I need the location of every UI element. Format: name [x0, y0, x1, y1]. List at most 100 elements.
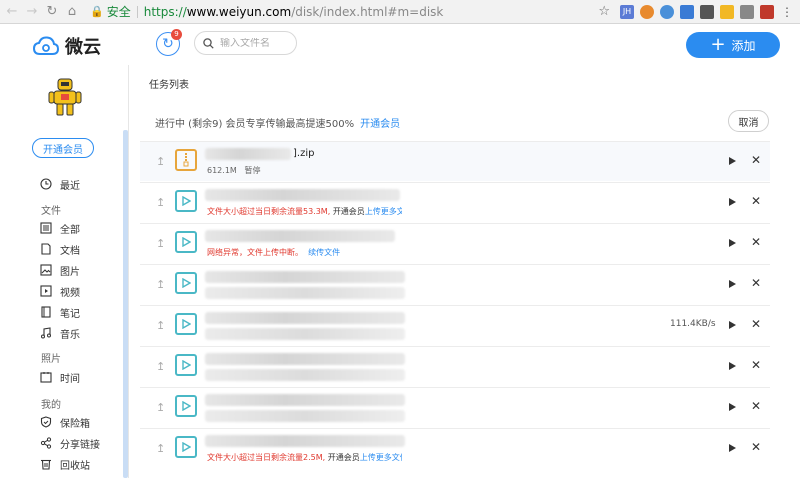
home-icon[interactable]: ⌂	[64, 4, 80, 20]
logo[interactable]: 微云	[33, 33, 101, 59]
extension-icon-7[interactable]	[740, 4, 754, 19]
close-icon[interactable]: ✕	[750, 194, 762, 208]
sidebar-item-safe[interactable]: 保险箱	[40, 414, 90, 430]
play-icon[interactable]	[727, 401, 737, 413]
sidebar-item-timeline[interactable]: 时间	[40, 369, 80, 385]
app-header: 微云 ↻ 9 + 添加	[0, 25, 800, 65]
forward-icon[interactable]: →	[24, 4, 40, 20]
sidebar-item-label: 文档	[60, 245, 80, 257]
url-divider	[136, 5, 138, 18]
error-vip-link[interactable]: 开通会员	[333, 207, 365, 216]
extension-icon-5[interactable]	[700, 4, 714, 19]
menu-dots-icon[interactable]: ⋮	[780, 5, 794, 19]
play-icon[interactable]	[727, 360, 737, 372]
close-icon[interactable]: ✕	[750, 276, 762, 290]
close-icon[interactable]: ✕	[750, 235, 762, 249]
file-name-ext: ].zip	[293, 148, 315, 159]
document-icon	[40, 243, 52, 255]
blurred-meta	[205, 410, 405, 422]
sidebar-item-all[interactable]: 全部	[40, 220, 80, 236]
extension-icon-6[interactable]	[720, 4, 734, 19]
file-state: 暂停	[244, 166, 261, 175]
clock-icon	[40, 178, 52, 190]
table-row[interactable]: ↥ ✕	[140, 264, 770, 304]
sidebar-item-label: 保险箱	[60, 418, 90, 430]
sidebar-item-trash[interactable]: 回收站	[40, 456, 90, 472]
extension-icon-2[interactable]	[640, 4, 654, 19]
error-message: 网络异常，文件上传中断。 续传文件	[207, 247, 402, 258]
play-icon[interactable]	[727, 442, 737, 454]
search-icon	[203, 37, 214, 49]
error-text: 文件大小超过当日剩余流量2.5M,	[207, 453, 326, 462]
upload-arrow-icon: ↥	[156, 442, 166, 455]
reload-icon[interactable]: ↻	[44, 4, 60, 20]
sidebar-item-label: 笔记	[60, 308, 80, 320]
blurred-filename	[205, 394, 405, 406]
error-text: 网络异常，文件上传中断。	[207, 248, 303, 257]
cancel-all-button[interactable]: 取消	[728, 110, 769, 132]
sidebar-item-share-links[interactable]: 分享链接	[40, 435, 100, 451]
extension-icon-4[interactable]	[680, 4, 694, 19]
sidebar-item-label: 视频	[60, 287, 80, 299]
play-icon[interactable]	[727, 319, 737, 331]
search-box[interactable]	[194, 31, 297, 55]
upload-arrow-icon: ↥	[156, 278, 166, 291]
play-icon[interactable]	[727, 278, 737, 290]
sidebar-item-recent[interactable]: 最近	[40, 176, 80, 192]
table-row[interactable]: ↥ 文件大小超过当日剩余流量53.3M, 开通会员上传更多文 ✕	[140, 182, 770, 222]
table-row[interactable]: ↥ ✕	[140, 387, 770, 427]
address-bar[interactable]: https://www.weiyun.com/disk/index.html#m…	[144, 5, 599, 19]
back-icon[interactable]: ←	[4, 4, 20, 20]
table-row[interactable]: ↥ ].zip 612.1M 暂停 ✕	[140, 141, 770, 181]
table-row[interactable]: ↥ 网络异常，文件上传中断。 续传文件 ✕	[140, 223, 770, 263]
sidebar-item-notes[interactable]: 笔记	[40, 304, 80, 320]
error-more-link[interactable]: 上传更多文件	[360, 453, 402, 462]
bookmark-star-icon[interactable]: ☆	[598, 4, 610, 19]
extension-icon-1[interactable]: JH	[620, 4, 634, 19]
zip-file-icon	[175, 149, 197, 171]
close-icon[interactable]: ✕	[750, 358, 762, 372]
sidebar-scrollbar[interactable]	[123, 130, 128, 478]
error-more-link[interactable]: 上传更多文	[365, 207, 402, 216]
search-input[interactable]	[220, 37, 290, 49]
url-host: www.weiyun.com	[186, 4, 292, 19]
video-file-icon	[175, 190, 197, 212]
blurred-filename	[205, 148, 291, 160]
resume-upload-link[interactable]: 续传文件	[308, 248, 340, 257]
add-button[interactable]: + 添加	[686, 32, 780, 58]
table-row[interactable]: ↥ 文件大小超过当日剩余流量2.5M, 开通会员上传更多文件 ✕	[140, 428, 770, 468]
close-icon[interactable]: ✕	[750, 317, 762, 331]
close-icon[interactable]: ✕	[750, 399, 762, 413]
sidebar-item-label: 最近	[60, 180, 80, 192]
file-size: 612.1M	[207, 166, 237, 175]
sidebar-item-docs[interactable]: 文档	[40, 241, 80, 257]
close-icon[interactable]: ✕	[750, 440, 762, 454]
open-vip-button[interactable]: 开通会员	[32, 138, 94, 158]
url-scheme: https://	[143, 4, 187, 19]
task-list-panel: 任务列表 进行中 (剩余9) 会员专享传输最高提速500% 开通会员 取消 ↥ ]…	[130, 65, 800, 478]
avatar[interactable]	[48, 77, 82, 117]
blurred-filename	[205, 271, 405, 283]
table-row[interactable]: ↥ ✕	[140, 346, 770, 386]
sidebar-item-videos[interactable]: 视频	[40, 283, 80, 299]
extension-icon-8[interactable]	[760, 4, 774, 19]
sidebar-item-label: 音乐	[60, 329, 80, 341]
error-message: 文件大小超过当日剩余流量53.3M, 开通会员上传更多文	[207, 206, 402, 217]
close-icon[interactable]: ✕	[750, 153, 762, 167]
sidebar-item-images[interactable]: 图片	[40, 262, 80, 278]
section-files-label: 文件	[41, 206, 61, 217]
play-icon[interactable]	[727, 237, 737, 249]
sidebar-item-music[interactable]: 音乐	[40, 325, 80, 341]
error-vip-link[interactable]: 开通会员	[328, 453, 360, 462]
play-icon[interactable]	[727, 155, 737, 167]
upload-arrow-icon: ↥	[156, 196, 166, 209]
list-icon	[40, 222, 52, 234]
extension-icon-3[interactable]	[660, 4, 674, 19]
video-file-icon	[175, 313, 197, 335]
trash-icon	[40, 458, 52, 470]
status-vip-link[interactable]: 开通会员	[360, 119, 400, 130]
table-row[interactable]: ↥ 111.4KB/s ✕	[140, 305, 770, 345]
music-icon	[40, 327, 52, 339]
blurred-meta	[205, 369, 405, 381]
play-icon[interactable]	[727, 196, 737, 208]
